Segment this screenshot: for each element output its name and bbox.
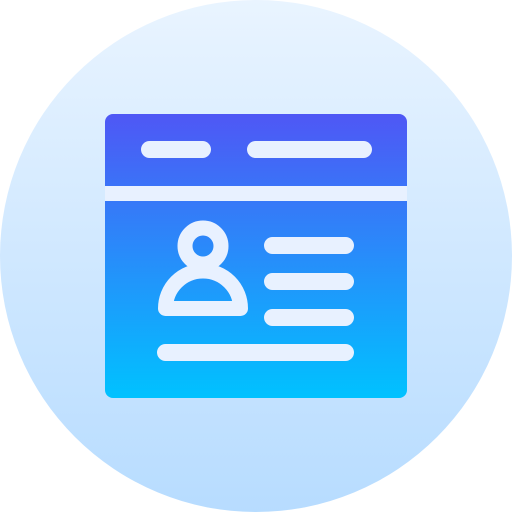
detail-line-4 [157,344,354,361]
title-bar-divider [105,186,407,201]
title-bar-pill-short [141,141,211,158]
detail-line-1 [264,237,354,254]
web-profile-card-icon [0,0,512,512]
detail-line-2 [264,273,354,290]
icon-canvas [0,0,512,512]
title-bar-pill-long [247,141,372,158]
title-bar [141,141,372,158]
detail-line-3 [264,309,354,326]
